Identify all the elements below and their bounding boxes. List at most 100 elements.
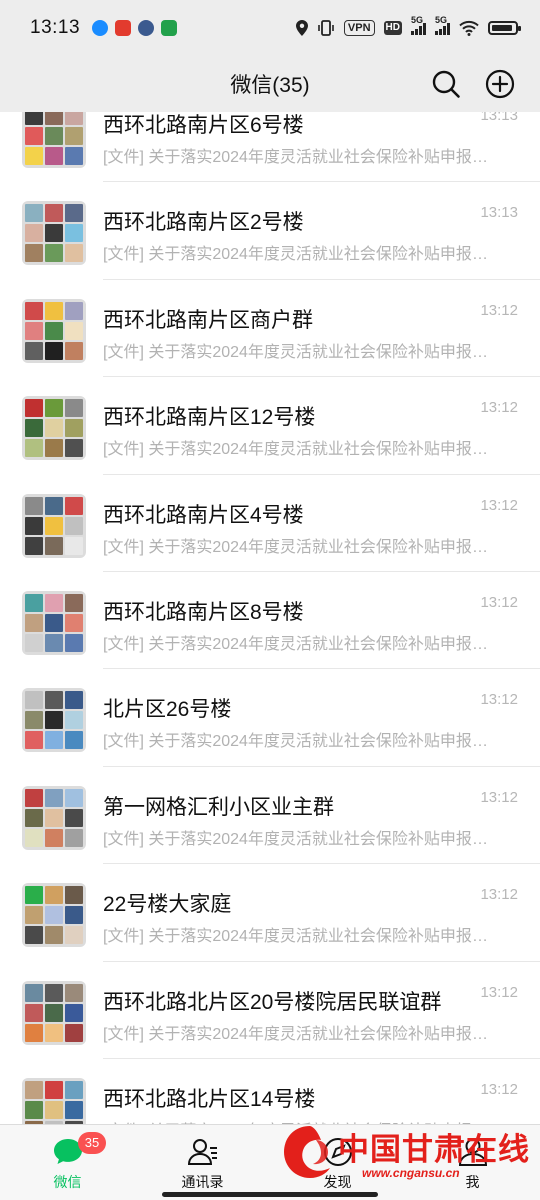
tab-me-label: 我 — [465, 1174, 480, 1190]
home-indicator[interactable] — [162, 1192, 378, 1197]
avatar-tile — [45, 593, 63, 612]
chat-row[interactable]: 西环北路南片区12号楼 [文件] 关于落实2024年度灵活就业社会保险补贴申报工作… — [0, 377, 540, 475]
avatar-tile — [45, 828, 63, 847]
chat-name: 第一网格汇利小区业主群 — [103, 795, 334, 819]
avatar-tile — [65, 244, 83, 263]
tab-me[interactable]: 我 — [405, 1125, 540, 1200]
avatar-tile — [65, 1080, 83, 1099]
avatar-tile — [65, 731, 83, 750]
avatar-tile — [65, 613, 83, 632]
avatar-tile — [65, 112, 83, 125]
avatar-tile — [25, 983, 43, 1002]
avatar-tile — [45, 633, 63, 652]
avatar-tile — [65, 788, 83, 807]
avatar-tile — [25, 808, 43, 827]
avatar-tile — [65, 691, 83, 710]
chat-name: 西环北路南片区4号楼 — [103, 503, 304, 527]
header: 微信(35) — [0, 56, 540, 112]
avatar-tile — [25, 439, 43, 458]
avatar-tile — [25, 926, 43, 945]
discover-icon — [323, 1138, 352, 1166]
group-avatar — [22, 112, 86, 168]
avatar-tile — [25, 906, 43, 925]
group-avatar — [22, 980, 86, 1045]
avatar-tile — [25, 886, 43, 905]
chat-row[interactable]: 西环北路南片区6号楼 [文件] 关于落实2024年度灵活就业社会保险补贴申报工作的… — [0, 112, 540, 183]
group-avatar — [22, 883, 86, 948]
avatar-tile — [45, 399, 63, 418]
avatar-tile — [45, 1023, 63, 1042]
chat-row[interactable]: 北片区26号楼 [文件] 关于落实2024年度灵活就业社会保险补贴申报工作的通知 1… — [0, 669, 540, 767]
avatar-tile — [65, 828, 83, 847]
chat-row[interactable]: 西环北路北片区14号楼 [文件] 关于落实2024年度灵活就业社会保险补贴申报工作… — [0, 1059, 540, 1124]
chat-row[interactable]: 西环北路南片区8号楼 [文件] 关于落实2024年度灵活就业社会保险补贴申报工作的… — [0, 572, 540, 670]
add-icon[interactable] — [484, 68, 516, 100]
tab-discover[interactable]: 发现 — [270, 1125, 405, 1200]
chat-name: 西环北路南片区商户群 — [103, 308, 313, 332]
avatar-tile — [25, 244, 43, 263]
chat-preview: [文件] 关于落实2024年度灵活就业社会保险补贴申报工作的通知 — [103, 538, 495, 556]
chat-list[interactable]: 西环北路南片区6号楼 [文件] 关于落实2024年度灵活就业社会保险补贴申报工作的… — [0, 112, 540, 1124]
avatar-tile — [45, 926, 63, 945]
avatar-tile — [45, 112, 63, 125]
chat-time: 13:12 — [480, 691, 518, 709]
chat-row[interactable]: 西环北路南片区商户群 [文件] 关于落实2024年度灵活就业社会保险补贴申报工作的… — [0, 280, 540, 378]
avatar-tile — [65, 224, 83, 243]
avatar-tile — [45, 321, 63, 340]
chat-preview: [文件] 关于落实2024年度灵活就业社会保险补贴申报工作的通知 — [103, 149, 495, 166]
avatar-tile — [65, 204, 83, 223]
avatar-tile — [25, 691, 43, 710]
battery-icon — [488, 21, 521, 35]
avatar-tile — [65, 536, 83, 555]
chat-preview: [文件] 关于落实2024年度灵活就业社会保险补贴申报工作的通知 — [103, 1025, 495, 1043]
avatar-tile — [65, 926, 83, 945]
avatar-tile — [45, 906, 63, 925]
unread-badge: 35 — [78, 1132, 106, 1154]
avatar-tile — [45, 147, 63, 165]
compass-notification-icon — [138, 20, 155, 36]
avatar-tile — [65, 496, 83, 515]
contacts-icon — [187, 1139, 217, 1165]
chat-name: 22号楼大家庭 — [103, 893, 232, 917]
tab-discover-label: 发现 — [323, 1174, 352, 1190]
avatar-tile — [25, 1023, 43, 1042]
tab-chats[interactable]: 35 微信 — [0, 1125, 135, 1200]
avatar-tile — [25, 613, 43, 632]
status-time: 13:13 — [30, 17, 81, 38]
chat-row[interactable]: 西环北路南片区4号楼 [文件] 关于落实2024年度灵活就业社会保险补贴申报工作的… — [0, 475, 540, 572]
avatar-tile — [25, 633, 43, 652]
app-notification-icon — [115, 20, 132, 36]
chat-name: 西环北路北片区20号楼院居民联谊群 — [103, 990, 442, 1014]
tab-contacts[interactable]: 通讯录 — [135, 1125, 270, 1200]
chat-row[interactable]: 第一网格汇利小区业主群 [文件] 关于落实2024年度灵活就业社会保险补贴申报工作… — [0, 767, 540, 865]
avatar-tile — [65, 127, 83, 145]
avatar-tile — [25, 147, 43, 165]
chat-name: 西环北路南片区8号楼 — [103, 600, 304, 624]
avatar-tile — [65, 1003, 83, 1022]
avatar-tile — [65, 419, 83, 438]
chat-row[interactable]: 西环北路北片区20号楼院居民联谊群 [文件] 关于落实2024年度灵活就业社会保险… — [0, 962, 540, 1059]
avatar-tile — [65, 341, 83, 360]
tab-contacts-label: 通讯录 — [181, 1174, 224, 1190]
avatar-tile — [45, 1003, 63, 1022]
chat-time: 13:12 — [480, 983, 518, 1001]
notification-icons — [92, 20, 178, 36]
chat-row[interactable]: 西环北路南片区2号楼 [文件] 关于落实2024年度灵活就业社会保险补贴申报工作的… — [0, 182, 540, 280]
avatar-tile — [45, 886, 63, 905]
document-notification-icon — [161, 20, 178, 36]
avatar-tile — [65, 321, 83, 340]
chat-time: 13:13 — [480, 204, 518, 222]
avatar-tile — [45, 808, 63, 827]
avatar-tile — [25, 536, 43, 555]
avatar-tile — [25, 1080, 43, 1099]
chat-name: 北片区26号楼 — [103, 698, 232, 722]
avatar-tile — [65, 711, 83, 730]
avatar-tile — [45, 1080, 63, 1099]
avatar-tile — [45, 516, 63, 535]
chat-preview: [文件] 关于落实2024年度灵活就业社会保险补贴申报工作的通知 — [103, 343, 495, 361]
chat-row[interactable]: 22号楼大家庭 [文件] 关于落实2024年度灵活就业社会保险补贴申报工作的通知 1… — [0, 864, 540, 962]
avatar-tile — [25, 516, 43, 535]
chat-time: 13:12 — [480, 1080, 518, 1098]
chat-preview: [文件] 关于落实2024年度灵活就业社会保险补贴申报工作的通知 — [103, 830, 495, 848]
search-icon[interactable] — [430, 68, 462, 100]
